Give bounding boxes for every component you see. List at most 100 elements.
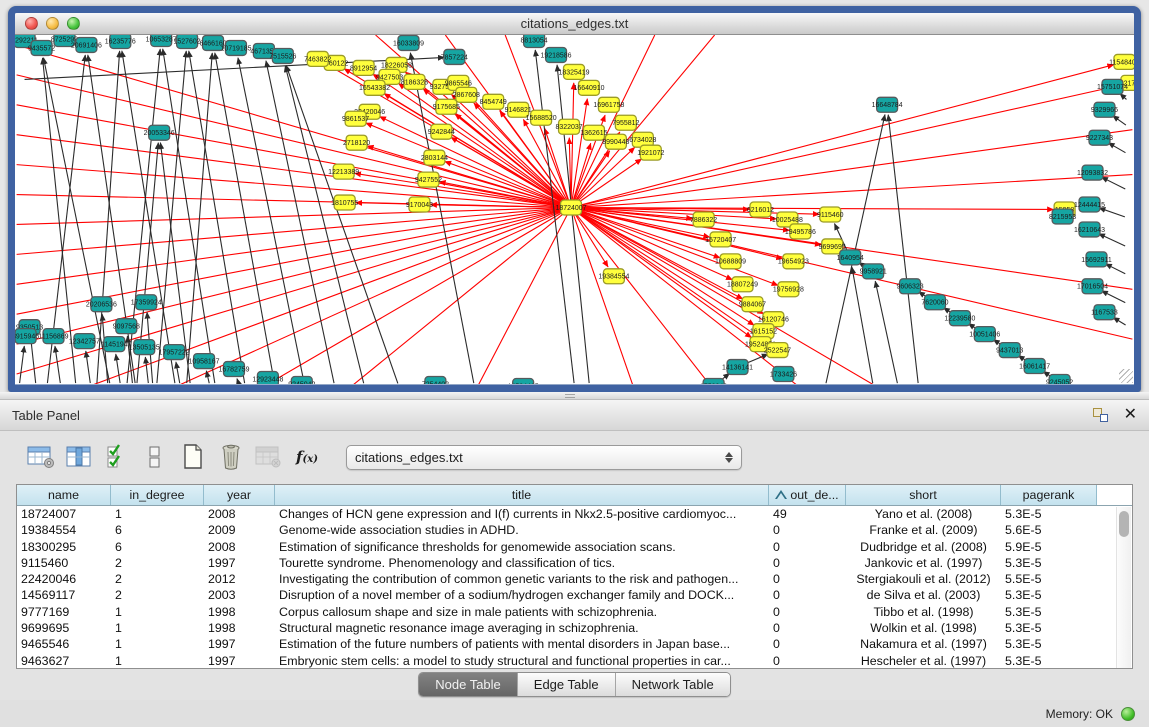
graph-node[interactable]: 7254402 (422, 377, 449, 384)
graph-node[interactable]: 16061417 (1019, 359, 1050, 374)
graph-node[interactable]: 6216012 (747, 202, 774, 217)
citation-edge-black[interactable] (1105, 264, 1125, 274)
table-cell-year[interactable]: 1997 (204, 555, 275, 571)
table-cell-name[interactable]: 9465546 (17, 636, 111, 652)
citation-edge-red[interactable] (579, 130, 1132, 207)
graph-node[interactable]: 1753342 (700, 379, 727, 384)
citation-edge-black[interactable] (20, 346, 25, 383)
table-cell-year[interactable]: 2009 (204, 522, 275, 538)
float-panel-icon[interactable] (1093, 408, 1108, 422)
table-cell-out_degree[interactable]: 0 (769, 539, 846, 555)
graph-node[interactable]: 15692911 (1081, 252, 1112, 267)
table-cell-title[interactable]: Structural magnetic resonance image aver… (275, 620, 769, 636)
citation-edge-black[interactable] (176, 362, 180, 383)
graph-node[interactable]: 16648784 (872, 97, 903, 112)
table-cell-short[interactable]: Wolkin et al. (1998) (846, 620, 1001, 636)
graph-node[interactable]: 3915946 (15, 329, 39, 344)
citation-edge-red[interactable] (366, 123, 564, 205)
graph-node[interactable]: 1733426 (770, 367, 797, 382)
graph-node[interactable]: 16640910 (573, 80, 604, 95)
table-cell-short[interactable]: Stergiakouli et al. (2012) (846, 571, 1001, 587)
table-cell-out_degree[interactable]: 0 (769, 522, 846, 538)
citation-edge-black[interactable] (1108, 143, 1125, 153)
window-resize-grip[interactable] (1119, 369, 1133, 383)
graph-node[interactable]: 7886322 (690, 212, 717, 227)
table-cell-out_degree[interactable]: 0 (769, 555, 846, 571)
graph-node[interactable]: 16033809 (393, 35, 424, 50)
close-window-button[interactable] (25, 17, 38, 30)
row-height-button[interactable] (138, 440, 172, 474)
citation-edge-red[interactable] (578, 159, 642, 203)
table-cell-out_degree[interactable]: 0 (769, 620, 846, 636)
scrollbar-thumb[interactable] (1119, 511, 1129, 537)
graph-node[interactable]: 9175685 (433, 99, 460, 114)
table-row[interactable]: 969969511998Structural magnetic resonanc… (17, 620, 1132, 636)
graph-node[interactable]: 7857224 (441, 49, 468, 64)
graph-node[interactable]: 1145194 (101, 337, 128, 352)
table-cell-in_degree[interactable]: 1 (111, 506, 204, 522)
graph-node[interactable]: 9958921 (860, 264, 887, 279)
graph-node[interactable]: 1810755 (331, 195, 358, 210)
function-builder-button[interactable]: f(x) (290, 440, 324, 474)
table-cell-title[interactable]: Tourette syndrome. Phenomenology and cla… (275, 555, 769, 571)
network-window-titlebar[interactable]: citations_edges.txt (15, 13, 1134, 35)
citation-edge-black[interactable] (97, 51, 120, 383)
graph-node[interactable]: 15688520 (526, 110, 557, 125)
graph-node[interactable]: 9861537 (342, 111, 369, 126)
table-row[interactable]: 1456911722003Disruption of a novel membe… (17, 587, 1132, 603)
column-header-in_degree[interactable]: in_degree (111, 485, 204, 505)
network-canvas[interactable]: 1872400784601227463822891295418226058942… (15, 35, 1134, 384)
close-panel-icon[interactable]: ✕ (1124, 408, 1137, 422)
table-cell-in_degree[interactable]: 1 (111, 604, 204, 620)
table-cell-short[interactable]: Jankovic et al. (1997) (846, 555, 1001, 571)
column-header-pagerank[interactable]: pagerank (1001, 485, 1097, 505)
graph-node[interactable]: 2522547 (764, 343, 791, 358)
graph-node[interactable]: 18325419 (558, 64, 589, 79)
citation-edge-red[interactable] (579, 175, 1132, 207)
citation-edge-black[interactable] (1113, 317, 1126, 325)
table-cell-in_degree[interactable]: 2 (111, 571, 204, 587)
table-cell-name[interactable]: 9463627 (17, 653, 111, 669)
table-cell-pagerank[interactable]: 5.5E-5 (1001, 571, 1097, 587)
table-cell-name[interactable]: 22420046 (17, 571, 111, 587)
column-header-year[interactable]: year (204, 485, 275, 505)
citation-edge-red[interactable] (579, 209, 1133, 339)
graph-node[interactable]: 19756928 (773, 282, 804, 297)
table-cell-name[interactable]: 9699695 (17, 620, 111, 636)
table-cell-in_degree[interactable]: 1 (111, 620, 204, 636)
table-row[interactable]: 946554611997Estimation of the future num… (17, 636, 1132, 652)
table-cell-in_degree[interactable]: 1 (111, 653, 204, 669)
graph-node[interactable]: 8813054 (521, 35, 548, 47)
citation-edge-black[interactable] (86, 351, 90, 383)
table-cell-short[interactable]: Franke et al. (2009) (846, 522, 1001, 538)
select-columns-button[interactable] (100, 440, 134, 474)
table-cell-pagerank[interactable]: 5.9E-5 (1001, 539, 1097, 555)
citation-edge-red[interactable] (576, 214, 715, 384)
minimize-window-button[interactable] (46, 17, 59, 30)
delete-column-button[interactable] (214, 440, 248, 474)
graph-node[interactable]: 9884067 (739, 297, 766, 312)
citation-edge-red[interactable] (571, 83, 574, 200)
table-cell-title[interactable]: Estimation of the future numbers of pati… (275, 636, 769, 652)
table-cell-title[interactable]: Corpus callosum shape and size in male p… (275, 604, 769, 620)
tab-edge-table[interactable]: Edge Table (518, 673, 616, 696)
citation-edge-black[interactable] (145, 357, 148, 383)
citation-edge-black[interactable] (888, 115, 918, 383)
table-cell-in_degree[interactable]: 2 (111, 555, 204, 571)
graph-node[interactable]: 1167533 (1091, 305, 1118, 320)
table-row[interactable]: 946362711997Embryonic stem cells: a mode… (17, 653, 1132, 669)
citation-edge-black[interactable] (1101, 291, 1125, 303)
table-cell-pagerank[interactable]: 5.3E-5 (1001, 620, 1097, 636)
graph-node[interactable]: 1640954 (837, 250, 864, 265)
table-cell-title[interactable]: Changes of HCN gene expression and I(f) … (275, 506, 769, 522)
citation-edge-black[interactable] (116, 354, 120, 383)
table-cell-title[interactable]: Disruption of a novel member of a sodium… (275, 587, 769, 603)
split-divider[interactable] (0, 392, 1149, 400)
table-cell-title[interactable]: Investigating the contribution of common… (275, 571, 769, 587)
table-cell-short[interactable]: de Silva et al. (2003) (846, 587, 1001, 603)
citation-edge-red[interactable] (354, 173, 563, 206)
table-cell-pagerank[interactable]: 5.3E-5 (1001, 587, 1097, 603)
tab-network-table[interactable]: Network Table (616, 673, 730, 696)
graph-node[interactable]: 10958167 (189, 354, 220, 369)
table-cell-in_degree[interactable]: 1 (111, 636, 204, 652)
